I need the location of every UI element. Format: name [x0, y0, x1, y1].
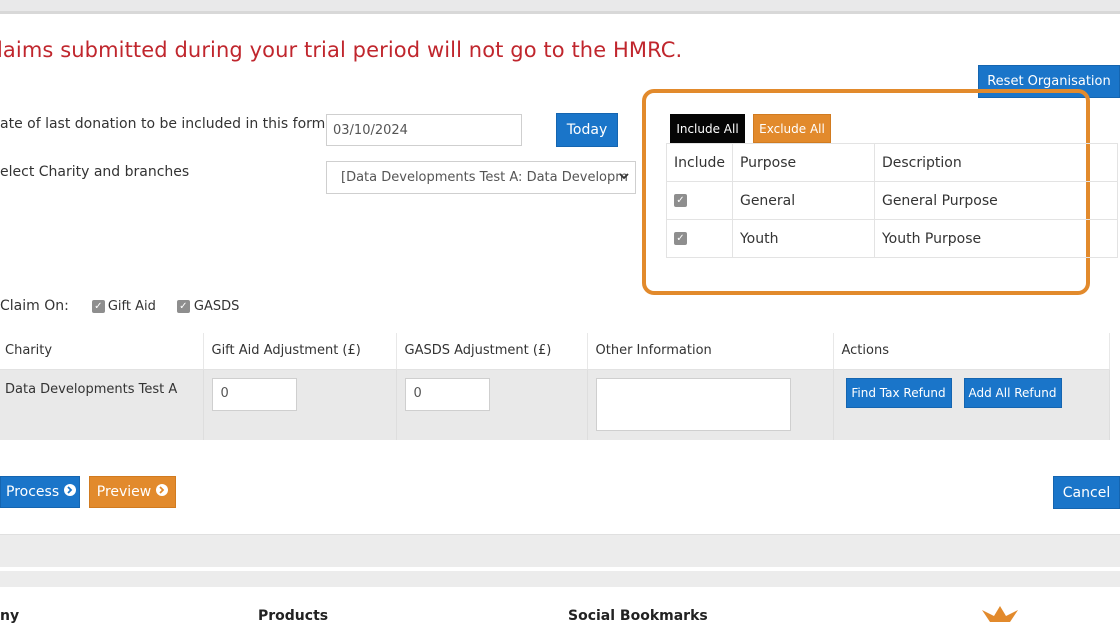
footer-heading-products: Products [258, 608, 329, 624]
purpose-name: General [731, 181, 875, 220]
claim-on-label: Claim On: [0, 298, 69, 314]
purpose-row: ✓ Youth Youth Purpose [666, 219, 1119, 258]
process-button-label: Process [6, 484, 60, 500]
footer-heading-company: ny [0, 608, 20, 624]
exclude-all-button[interactable]: Exclude All [753, 114, 831, 143]
find-tax-refund-button[interactable]: Find Tax Refund [845, 377, 952, 408]
gift-aid-adjustment-input[interactable]: 0 [211, 377, 297, 411]
gasds-adjustment-input[interactable]: 0 [404, 377, 490, 411]
arrow-circle-right-icon [156, 484, 169, 500]
gift-aid-checkbox-label: Gift Aid [107, 298, 156, 314]
table-row: Data Developments Test A 0 0 Find Tax Re… [0, 369, 1110, 440]
claims-header-row: Charity Gift Aid Adjustment (£) GASDS Ad… [0, 333, 1110, 370]
row-actions: Find Tax Refund Add All Refund [845, 377, 1110, 408]
include-column-header: Include [666, 143, 733, 182]
cancel-button[interactable]: Cancel [1053, 476, 1120, 509]
charity-column-header: Charity [0, 333, 204, 370]
gift-aid-checkbox[interactable]: ✓ [91, 299, 105, 313]
today-button[interactable]: Today [556, 113, 618, 147]
charity-cell: Data Developments Test A [0, 369, 204, 440]
claim-on-row: Claim On: ✓ Gift Aid ✓ GASDS [0, 298, 239, 314]
purpose-name: Youth [731, 219, 875, 258]
gasds-checkbox[interactable]: ✓ [176, 299, 190, 313]
gasds-checkbox-label: GASDS [193, 298, 240, 314]
preview-button[interactable]: Preview [89, 476, 176, 508]
last-donation-date-input[interactable]: 03/10/2024 [326, 114, 522, 146]
chevron-down-icon [619, 170, 629, 184]
add-all-refund-button[interactable]: Add All Refund [963, 377, 1062, 408]
description-column-header: Description [873, 143, 1119, 182]
charity-branch-selected-value: [Data Developments Test A: Data Developm [341, 170, 628, 185]
logo-star-icon [980, 604, 1020, 626]
purpose-column-header: Purpose [731, 143, 875, 182]
trial-warning-text: laims submitted during your trial period… [0, 38, 683, 62]
other-information-textarea[interactable] [595, 377, 791, 431]
purposes-header-row: Include Purpose Description [666, 143, 1119, 182]
footer-separator-lower [0, 571, 1120, 587]
footer-separator [0, 534, 1120, 567]
actions-column-header: Actions [833, 333, 1110, 370]
preview-button-label: Preview [96, 484, 152, 500]
gift-aid-adjustment-column-header: Gift Aid Adjustment (£) [203, 333, 397, 370]
purposes-table: Include Purpose Description ✓ General Ge… [666, 143, 1119, 258]
include-checkbox-general[interactable]: ✓ [674, 194, 687, 207]
process-button[interactable]: Process [0, 476, 80, 508]
other-information-column-header: Other Information [587, 333, 834, 370]
last-donation-label: ate of last donation to be included in t… [0, 116, 326, 132]
footer-heading-social: Social Bookmarks [568, 608, 708, 624]
top-bar [0, 0, 1120, 14]
purpose-description: General Purpose [873, 181, 1119, 220]
purpose-row: ✓ General General Purpose [666, 181, 1119, 220]
gasds-adjustment-column-header: GASDS Adjustment (£) [396, 333, 588, 370]
claims-table: Charity Gift Aid Adjustment (£) GASDS Ad… [0, 333, 1110, 440]
charity-select-label: elect Charity and branches [0, 164, 190, 180]
include-checkbox-youth[interactable]: ✓ [674, 232, 687, 245]
purpose-description: Youth Purpose [873, 219, 1119, 258]
charity-branch-select[interactable]: [Data Developments Test A: Data Developm [326, 161, 636, 194]
arrow-circle-right-icon [64, 484, 77, 500]
include-all-button[interactable]: Include All [670, 114, 745, 143]
